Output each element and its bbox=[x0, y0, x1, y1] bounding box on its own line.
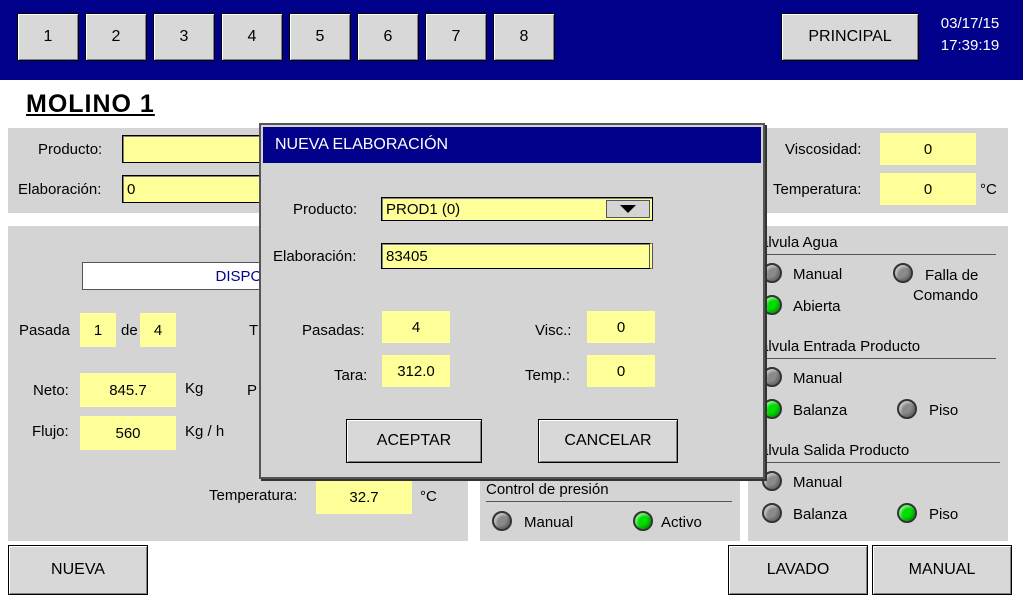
presion-title: Control de presión bbox=[486, 481, 732, 502]
agua-abierta-label: Abierta bbox=[793, 298, 841, 315]
salida-piso-indicator bbox=[897, 503, 917, 523]
screen-6-button[interactable]: 6 bbox=[357, 13, 419, 61]
presion-activo-label: Activo bbox=[661, 514, 702, 531]
salida-manual-indicator bbox=[762, 471, 782, 491]
manual-button[interactable]: MANUAL bbox=[872, 545, 1012, 595]
entrada-manual-indicator bbox=[762, 367, 782, 387]
pasada-label: Pasada bbox=[19, 322, 70, 339]
elaboracion-field[interactable]: 0 bbox=[122, 175, 267, 203]
presion-manual-indicator bbox=[492, 511, 512, 531]
temperatura-main-label: Temperatura: bbox=[209, 487, 298, 504]
p-label: P bbox=[247, 382, 258, 399]
dialog-visc-value[interactable]: 0 bbox=[587, 311, 655, 343]
temperatura-value: 0 bbox=[880, 173, 976, 205]
temperatura-main-unit: °C bbox=[420, 488, 437, 505]
agua-falla-label-1: Falla de bbox=[925, 267, 979, 284]
neto-value: 845.7 bbox=[80, 373, 176, 407]
nueva-elaboracion-dialog: NUEVA ELABORACIÓN Producto: PROD1 (0) El… bbox=[259, 123, 765, 479]
pasada-value: 1 bbox=[80, 313, 116, 347]
entrada-piso-indicator bbox=[897, 399, 917, 419]
screen-1-button[interactable]: 1 bbox=[17, 13, 79, 61]
dialog-title: NUEVA ELABORACIÓN bbox=[263, 127, 761, 163]
valvula-agua-title: álvula Agua bbox=[760, 234, 996, 255]
dialog-elaboracion-input[interactable]: 83405 bbox=[381, 243, 653, 269]
de-value: 4 bbox=[140, 313, 176, 347]
dialog-pasadas-label: Pasadas: bbox=[302, 322, 365, 339]
elaboracion-label: Elaboración: bbox=[18, 181, 102, 198]
entrada-balanza-indicator bbox=[762, 399, 782, 419]
dialog-producto-value: PROD1 (0) bbox=[386, 200, 461, 218]
salida-balanza-indicator bbox=[762, 503, 782, 523]
screen-3-button[interactable]: 3 bbox=[153, 13, 215, 61]
neto-label: Neto: bbox=[33, 382, 69, 399]
de-label: de bbox=[121, 322, 138, 339]
agua-manual-indicator bbox=[762, 263, 782, 283]
dialog-tara-label: Tara: bbox=[334, 367, 368, 384]
presion-manual-label: Manual bbox=[524, 514, 574, 531]
entrada-piso-label: Piso bbox=[929, 402, 959, 419]
screen-8-button[interactable]: 8 bbox=[493, 13, 555, 61]
date-text: 03/17/15 bbox=[940, 15, 1000, 32]
agua-abierta-indicator bbox=[762, 295, 782, 315]
presion-activo-indicator bbox=[633, 511, 653, 531]
dropdown-arrow-icon[interactable] bbox=[606, 200, 650, 218]
t-label: T bbox=[249, 322, 259, 339]
salida-piso-label: Piso bbox=[929, 506, 959, 523]
aceptar-button[interactable]: ACEPTAR bbox=[346, 419, 482, 463]
dialog-temp-label: Temp.: bbox=[525, 367, 571, 384]
entrada-balanza-label: Balanza bbox=[793, 402, 848, 419]
status-display: DISPON bbox=[82, 262, 282, 290]
temperatura-main-value: 32.7 bbox=[316, 480, 412, 514]
dialog-tara-value[interactable]: 312.0 bbox=[382, 355, 450, 387]
flujo-unit: Kg / h bbox=[185, 423, 225, 440]
time-text: 17:39:19 bbox=[940, 37, 1000, 54]
dialog-elaboracion-label: Elaboración: bbox=[273, 248, 357, 265]
entrada-manual-label: Manual bbox=[793, 370, 843, 387]
salida-balanza-label: Balanza bbox=[793, 506, 848, 523]
viscosidad-value: 0 bbox=[880, 133, 976, 165]
agua-falla-label-2: Comando bbox=[913, 287, 979, 304]
temperatura-unit: °C bbox=[980, 181, 997, 198]
neto-unit: Kg bbox=[185, 380, 204, 397]
valvula-salida-title: álvula Salida Producto bbox=[760, 442, 1000, 463]
salida-manual-label: Manual bbox=[793, 474, 843, 491]
cancelar-button[interactable]: CANCELAR bbox=[538, 419, 678, 463]
agua-manual-label: Manual bbox=[793, 266, 843, 283]
page-title: MOLINO 1 bbox=[26, 90, 155, 118]
dialog-producto-select[interactable]: PROD1 (0) bbox=[381, 197, 653, 221]
lavado-button[interactable]: LAVADO bbox=[728, 545, 868, 595]
dialog-visc-label: Visc.: bbox=[535, 322, 572, 339]
viscosidad-label: Viscosidad: bbox=[785, 141, 862, 158]
screen-4-button[interactable]: 4 bbox=[221, 13, 283, 61]
producto-label: Producto: bbox=[38, 141, 103, 158]
dialog-producto-label: Producto: bbox=[293, 201, 358, 218]
temperatura-label: Temperatura: bbox=[773, 181, 862, 198]
screen-7-button[interactable]: 7 bbox=[425, 13, 487, 61]
flujo-value: 560 bbox=[80, 416, 176, 450]
producto-field[interactable] bbox=[122, 135, 267, 163]
valvula-entrada-title: álvula Entrada Producto bbox=[760, 338, 996, 359]
datetime-display: 03/17/15 17:39:19 bbox=[930, 13, 1010, 57]
dialog-pasadas-value[interactable]: 4 bbox=[382, 311, 450, 343]
screen-2-button[interactable]: 2 bbox=[85, 13, 147, 61]
nueva-button[interactable]: NUEVA bbox=[8, 545, 148, 595]
principal-button[interactable]: PRINCIPAL bbox=[781, 13, 919, 61]
flujo-label: Flujo: bbox=[32, 423, 69, 440]
agua-falla-indicator bbox=[893, 263, 913, 283]
screen-5-button[interactable]: 5 bbox=[289, 13, 351, 61]
dialog-temp-value[interactable]: 0 bbox=[587, 355, 655, 387]
